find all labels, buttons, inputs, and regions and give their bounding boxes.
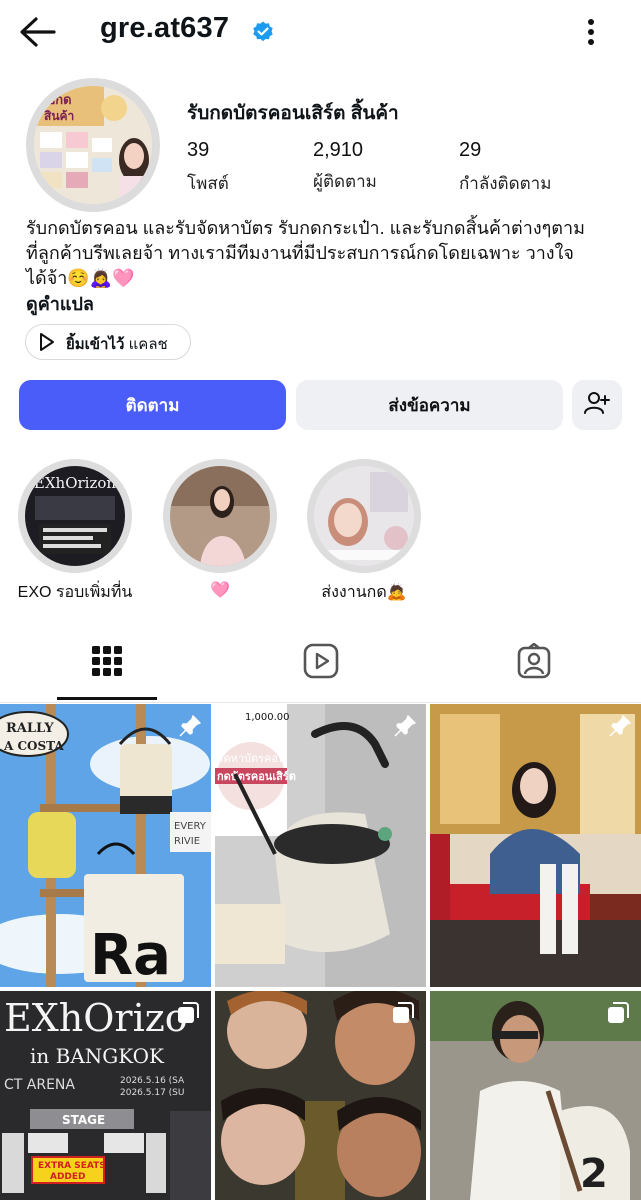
play-icon bbox=[38, 332, 56, 352]
highlight-label: 🩷 bbox=[210, 582, 230, 599]
followers-label[interactable]: ผู้ติดตาม bbox=[313, 168, 377, 195]
post-text: STAGE bbox=[62, 1113, 105, 1127]
see-translation-link[interactable]: ดูคำแปล bbox=[26, 289, 94, 318]
music-artist: แคลช bbox=[128, 336, 168, 353]
top-bar: gre.at637 bbox=[0, 0, 641, 64]
post-text: EXhOrizo bbox=[4, 996, 188, 1040]
active-tab-indicator bbox=[57, 697, 157, 700]
music-song: ยิ้มเข้าไว้ bbox=[66, 336, 125, 353]
pin-icon bbox=[178, 714, 202, 738]
display-name: รับกดบัตรคอนเสิร์ต สิ้นค้า bbox=[187, 103, 399, 124]
svg-text:2: 2 bbox=[580, 1151, 608, 1197]
post-text: in BANGKOK bbox=[30, 1044, 165, 1068]
bio-line: ได้จ้า☺️🙇‍♀️🩷 bbox=[26, 268, 135, 288]
highlight-label: ส่งงานกด🙇 bbox=[321, 584, 407, 601]
profile-bio: รับกดบัตรคอน และรับจัดหาบัตร รับกดกระเป๋… bbox=[26, 216, 626, 291]
message-button[interactable]: ส่งข้อความ bbox=[296, 380, 563, 430]
carousel-icon bbox=[606, 1001, 630, 1025]
following-count[interactable]: 29 bbox=[459, 139, 481, 162]
svg-text:ADDED: ADDED bbox=[50, 1172, 86, 1182]
highlight-cover: EXhOrizon bbox=[25, 466, 125, 566]
profile-username: gre.at637 bbox=[100, 12, 230, 44]
carousel-icon bbox=[176, 1001, 200, 1025]
post-tile[interactable]: 1,000.00 จัดหาบัตรคอน กดบัตรคอนเสิร์ต bbox=[215, 704, 426, 987]
svg-text:สินค้า: สินค้า bbox=[44, 109, 74, 123]
more-options-icon[interactable] bbox=[576, 14, 606, 50]
profile-avatar[interactable]: รับกด สินค้า bbox=[34, 86, 152, 204]
post-text: 2026.5.16 (SA bbox=[120, 1076, 185, 1086]
post-text: กดบัตรคอนเสิร์ต bbox=[217, 770, 296, 783]
following-label[interactable]: กำลังติดตาม bbox=[459, 170, 551, 197]
pin-icon bbox=[608, 714, 632, 738]
profile-tabs bbox=[0, 628, 641, 703]
verified-badge-icon bbox=[251, 20, 275, 44]
carousel-icon bbox=[391, 1001, 415, 1025]
post-tile[interactable] bbox=[215, 991, 426, 1200]
highlight-cover bbox=[170, 466, 270, 566]
highlight-cover bbox=[314, 466, 414, 566]
pin-icon bbox=[393, 714, 417, 738]
highlight-cover-text: EXhOrizon bbox=[34, 474, 116, 492]
reels-icon bbox=[303, 643, 339, 684]
post-text: CT ARENA bbox=[4, 1077, 75, 1093]
post-text: A COSTA bbox=[3, 739, 64, 753]
svg-text:EXTRA SEATS: EXTRA SEATS bbox=[38, 1161, 106, 1171]
post-text: 2026.5.17 (SU bbox=[120, 1088, 184, 1098]
post-tile[interactable] bbox=[430, 704, 641, 987]
back-arrow-icon[interactable] bbox=[16, 12, 60, 52]
post-text: 1,000.00 bbox=[245, 712, 290, 723]
tagged-person-icon bbox=[516, 642, 552, 684]
posts-count: 39 bbox=[187, 139, 210, 161]
music-pill-text: ยิ้มเข้าไว้ แคลช bbox=[66, 332, 168, 356]
post-tile[interactable]: 2 bbox=[430, 991, 641, 1200]
followers-count[interactable]: 2,910 bbox=[313, 139, 363, 162]
svg-text:จัดหาบัตรคอน: จัดหาบัตรคอน bbox=[217, 752, 286, 765]
tab-tagged[interactable] bbox=[484, 628, 584, 698]
post-text: Ra bbox=[90, 923, 171, 987]
add-person-icon bbox=[583, 390, 611, 421]
suggest-user-button[interactable] bbox=[572, 380, 622, 430]
post-tile[interactable]: RALLY A COSTA EVERY RIVIE Ra bbox=[0, 704, 211, 987]
post-text: RALLY bbox=[6, 721, 54, 736]
tab-posts[interactable] bbox=[57, 628, 157, 698]
post-text: EVERY bbox=[174, 821, 207, 832]
post-text: RIVIE bbox=[174, 836, 200, 847]
bio-line: ที่ลูกค้าบรีพเลยจ้า ทางเรามีทีมงานที่มีป… bbox=[26, 243, 574, 263]
tab-reels[interactable] bbox=[271, 628, 371, 698]
bio-line: รับกดบัตรคอน และรับจัดหาบัตร รับกดกระเป๋… bbox=[26, 218, 585, 238]
follow-button[interactable]: ติดตาม bbox=[19, 380, 286, 430]
grid-icon bbox=[91, 645, 123, 682]
highlight-label: EXO รอบเพิ่มที่น bbox=[17, 584, 133, 601]
posts-label: โพสต์ bbox=[187, 174, 229, 193]
post-tile[interactable]: EXhOrizo in BANGKOK CT ARENA 2026.5.16 (… bbox=[0, 991, 211, 1200]
